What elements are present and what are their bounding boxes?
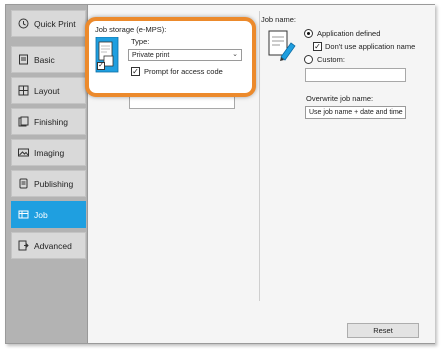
sidebar-item-label: Advanced (34, 240, 72, 251)
prompt-access-code-checkbox[interactable]: ✓ (131, 67, 140, 76)
dont-use-app-name-checkbox[interactable]: ✓ (313, 42, 322, 51)
finishing-icon (18, 116, 29, 127)
sidebar-item-publishing[interactable]: Publishing (11, 170, 86, 197)
clock-icon (18, 18, 29, 29)
prompt-access-code-label: Prompt for access code (144, 67, 223, 76)
sidebar-item-finishing[interactable]: Finishing (11, 108, 86, 135)
storage-type-label: Type: (131, 37, 150, 46)
chevron-down-icon: ⌄ (232, 51, 238, 58)
storage-type-select[interactable]: Private print ⌄ (128, 49, 242, 61)
access-code-input[interactable] (129, 95, 235, 109)
image-icon (18, 147, 29, 158)
overwrite-job-name-value: Use job name + date and time (309, 109, 403, 116)
custom-name-radio[interactable] (304, 55, 313, 64)
sidebar-item-job[interactable]: Job (11, 201, 86, 228)
sidebar-item-imaging[interactable]: Imaging (11, 139, 86, 166)
sidebar: Quick Print Basic Layout Finishing Imagi… (6, 5, 88, 343)
sidebar-item-label: Imaging (34, 147, 65, 158)
layout-grid-icon (18, 85, 29, 96)
custom-name-input[interactable] (305, 68, 406, 82)
printer-preferences-window: Quick Print Basic Layout Finishing Imagi… (5, 4, 435, 344)
reset-button[interactable]: Reset (347, 323, 419, 338)
advanced-icon (18, 240, 29, 251)
sidebar-item-layout[interactable]: Layout (11, 77, 86, 104)
sidebar-item-label: Job (34, 209, 48, 220)
sidebar-item-label: Publishing (34, 178, 74, 189)
sidebar-item-basic[interactable]: Basic (11, 46, 86, 73)
sidebar-item-label: Basic (34, 54, 55, 65)
sidebar-item-quick-print[interactable]: Quick Print (11, 10, 86, 37)
column-divider (259, 11, 260, 301)
sidebar-item-label: Finishing (34, 116, 69, 127)
sidebar-item-label: Layout (34, 85, 60, 96)
application-defined-radio[interactable] (304, 29, 313, 38)
job-name-illustration-icon (267, 29, 297, 63)
document-icon (18, 54, 29, 65)
sidebar-item-advanced[interactable]: Advanced (11, 232, 86, 259)
job-name-heading: Job name: (261, 15, 297, 24)
custom-name-label: Custom: (317, 55, 345, 64)
job-storage-enable-checkbox[interactable]: ✓ (97, 62, 105, 70)
job-icon (18, 209, 29, 220)
chevron-down-icon: ⌄ (396, 108, 402, 115)
job-storage-highlight: Job storage (e-MPS): ✓ Type: Private pri… (85, 17, 256, 97)
storage-type-value: Private print (132, 51, 170, 59)
publishing-icon (18, 178, 29, 189)
overwrite-job-name-label: Overwrite job name: (306, 94, 374, 103)
job-storage-heading: Job storage (e-MPS): (95, 25, 167, 34)
application-defined-label: Application defined (317, 29, 381, 38)
dont-use-app-name-label: Don't use application name (325, 42, 416, 51)
sidebar-item-label: Quick Print (34, 18, 76, 29)
overwrite-job-name-select[interactable]: Use job name + date and time ⌄ (305, 106, 406, 119)
